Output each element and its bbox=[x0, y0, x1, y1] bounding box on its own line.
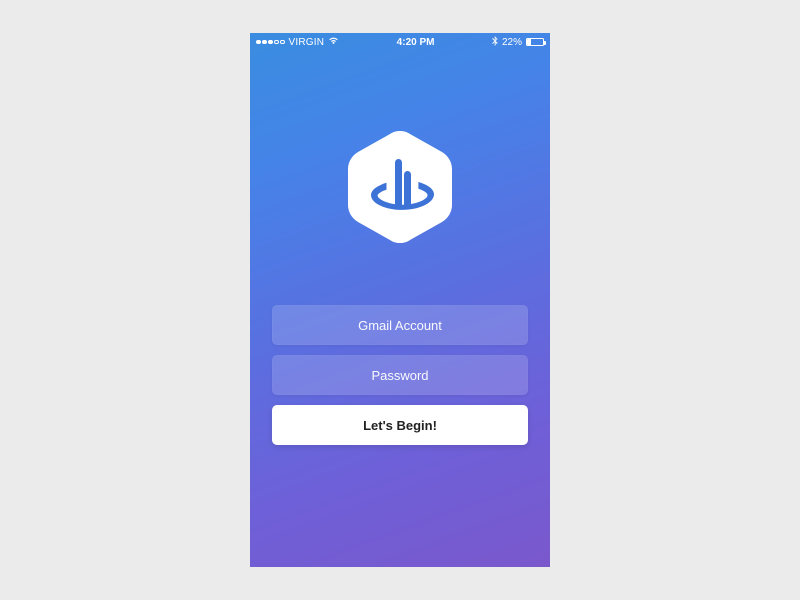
app-logo bbox=[348, 131, 452, 243]
bluetooth-icon bbox=[492, 36, 498, 49]
signal-strength-icon bbox=[256, 40, 285, 45]
login-content: Let's Begin! bbox=[250, 51, 550, 567]
status-bar: VIRGIN 4:20 PM 22% bbox=[250, 33, 550, 51]
status-left: VIRGIN bbox=[256, 36, 339, 48]
battery-percent: 22% bbox=[502, 37, 522, 48]
email-field[interactable] bbox=[272, 305, 528, 345]
carrier-label: VIRGIN bbox=[289, 37, 325, 48]
wifi-icon bbox=[328, 36, 339, 48]
submit-button[interactable]: Let's Begin! bbox=[272, 405, 528, 445]
login-form: Let's Begin! bbox=[272, 305, 528, 445]
phone-screen: VIRGIN 4:20 PM 22% bbox=[250, 33, 550, 567]
battery-icon bbox=[526, 38, 544, 46]
password-field[interactable] bbox=[272, 355, 528, 395]
clock: 4:20 PM bbox=[397, 37, 435, 48]
status-right: 22% bbox=[492, 36, 544, 49]
